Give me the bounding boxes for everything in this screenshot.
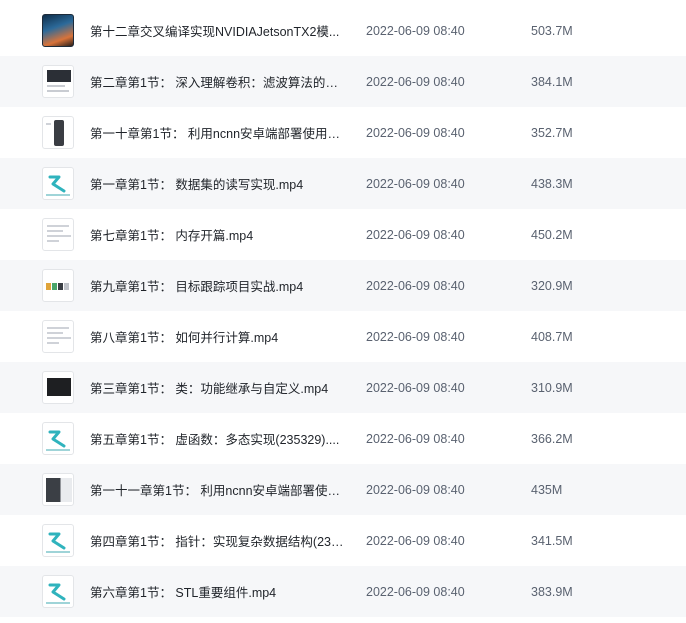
file-name[interactable]: 第五章第1节： 虚函数：多态实现(235329).... <box>90 429 345 448</box>
file-size: 383.9M <box>531 584 573 599</box>
file-date: 2022-06-09 08:40 <box>366 482 465 497</box>
file-name[interactable]: 第七章第1节： 内存开篇.mp4 <box>90 225 345 244</box>
file-name[interactable]: 第四章第1节： 指针：实现复杂数据结构(235... <box>90 531 345 550</box>
file-row[interactable]: 第二章第1节： 深入理解卷积：滤波算法的底... 2022-06-09 08:40… <box>0 56 686 107</box>
file-name[interactable]: 第二章第1节： 深入理解卷积：滤波算法的底... <box>90 72 345 91</box>
video-icon <box>42 575 74 608</box>
file-row[interactable]: 第四章第1节： 指针：实现复杂数据结构(235... 2022-06-09 08:… <box>0 515 686 566</box>
file-size: 352.7M <box>531 125 573 140</box>
file-date: 2022-06-09 08:40 <box>366 431 465 446</box>
file-date: 2022-06-09 08:40 <box>366 227 465 242</box>
video-icon <box>42 218 74 251</box>
file-row[interactable]: 第一十一章第1节： 利用ncnn安卓端部署使用... 2022-06-09 08:… <box>0 464 686 515</box>
video-icon <box>42 116 74 149</box>
video-icon <box>42 320 74 353</box>
file-name[interactable]: 第九章第1节： 目标跟踪项目实战.mp4 <box>90 276 345 295</box>
file-size: 408.7M <box>531 329 573 344</box>
file-name[interactable]: 第一章第1节： 数据集的读写实现.mp4 <box>90 174 345 193</box>
video-icon <box>42 371 74 404</box>
file-date: 2022-06-09 08:40 <box>366 176 465 191</box>
file-date: 2022-06-09 08:40 <box>366 533 465 548</box>
file-date: 2022-06-09 08:40 <box>366 329 465 344</box>
file-row[interactable]: 第五章第1节： 虚函数：多态实现(235329).... 2022-06-09 0… <box>0 413 686 464</box>
video-icon <box>42 524 74 557</box>
file-date: 2022-06-09 08:40 <box>366 125 465 140</box>
file-list: 第十二章交叉编译实现NVIDIAJetsonTX2模... 2022-06-09 … <box>0 0 686 623</box>
file-name[interactable]: 第一十一章第1节： 利用ncnn安卓端部署使用... <box>90 480 345 499</box>
file-name[interactable]: 第六章第1节： STL重要组件.mp4 <box>90 582 345 601</box>
file-date: 2022-06-09 08:40 <box>366 278 465 293</box>
file-name[interactable]: 第三章第1节： 类：功能继承与自定义.mp4 <box>90 378 345 397</box>
file-date: 2022-06-09 08:40 <box>366 74 465 89</box>
file-date: 2022-06-09 08:40 <box>366 584 465 599</box>
file-name[interactable]: 第八章第1节： 如何并行计算.mp4 <box>90 327 345 346</box>
file-size: 310.9M <box>531 380 573 395</box>
file-row[interactable]: 第一章第1节： 数据集的读写实现.mp4 2022-06-09 08:40 438.… <box>0 158 686 209</box>
video-icon <box>42 473 74 506</box>
file-row[interactable]: 第三章第1节： 类：功能继承与自定义.mp4 2022-06-09 08:40 31… <box>0 362 686 413</box>
file-row[interactable]: 第七章第1节： 内存开篇.mp4 2022-06-09 08:40 450.2M <box>0 209 686 260</box>
file-row[interactable]: 第一十章第1节： 利用ncnn安卓端部署使用人... 2022-06-09 08:… <box>0 107 686 158</box>
file-size: 503.7M <box>531 23 573 38</box>
file-date: 2022-06-09 08:40 <box>366 380 465 395</box>
video-icon <box>42 269 74 302</box>
video-icon <box>42 167 74 200</box>
file-size: 366.2M <box>531 431 573 446</box>
file-row[interactable]: 第十二章交叉编译实现NVIDIAJetsonTX2模... 2022-06-09 … <box>0 5 686 56</box>
file-size: 320.9M <box>531 278 573 293</box>
file-size: 341.5M <box>531 533 573 548</box>
file-size: 435M <box>531 482 563 497</box>
nvidia-image-icon <box>42 14 74 47</box>
file-size: 384.1M <box>531 74 573 89</box>
file-row[interactable]: 第八章第1节： 如何并行计算.mp4 2022-06-09 08:40 408.7M <box>0 311 686 362</box>
file-date: 2022-06-09 08:40 <box>366 23 465 38</box>
file-row[interactable]: 第六章第1节： STL重要组件.mp4 2022-06-09 08:40 383.9… <box>0 566 686 617</box>
video-icon <box>42 65 74 98</box>
file-name[interactable]: 第十二章交叉编译实现NVIDIAJetsonTX2模... <box>90 21 345 40</box>
file-row[interactable]: 第九章第1节： 目标跟踪项目实战.mp4 2022-06-09 08:40 320.… <box>0 260 686 311</box>
file-size: 438.3M <box>531 176 573 191</box>
video-icon <box>42 422 74 455</box>
file-name[interactable]: 第一十章第1节： 利用ncnn安卓端部署使用人... <box>90 123 345 142</box>
file-size: 450.2M <box>531 227 573 242</box>
